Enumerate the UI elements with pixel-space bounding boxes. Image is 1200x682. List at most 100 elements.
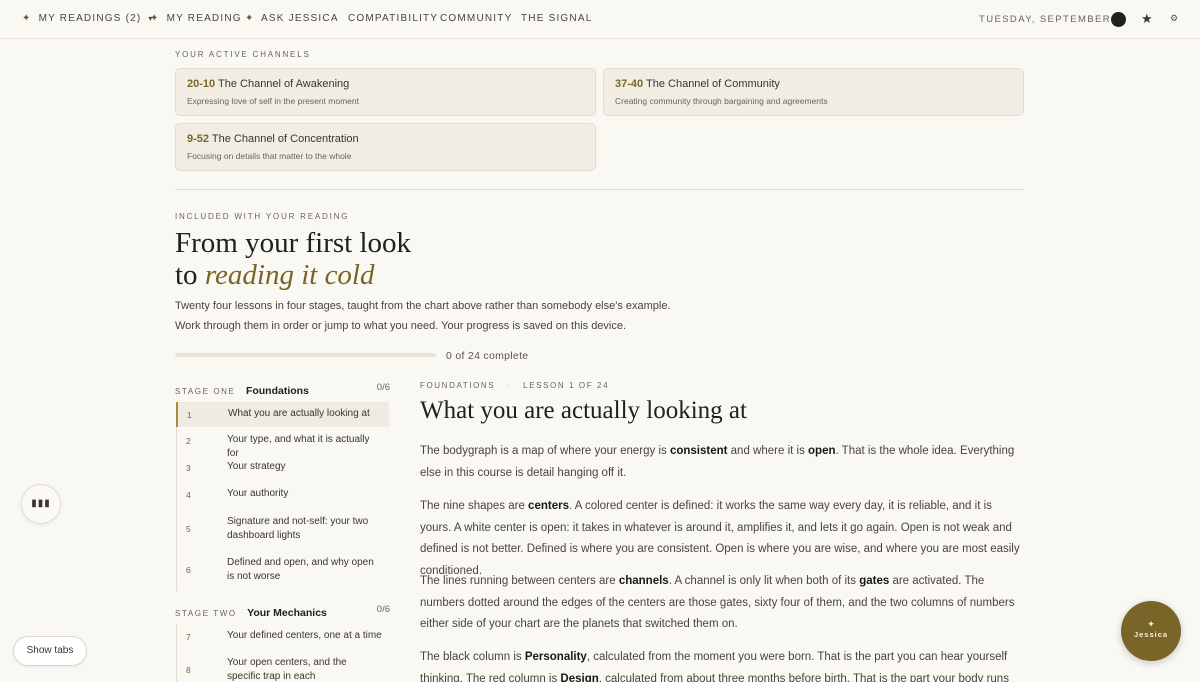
stage-name: Your Mechanics (247, 607, 327, 619)
text: The nine shapes are (420, 500, 529, 512)
menu-pill-button[interactable]: ▮▮▮ (21, 484, 61, 524)
lesson-item[interactable]: 7 Your defined centers, one at a time (176, 624, 389, 651)
lesson-item[interactable]: 2 Your type, and what it is actually for (176, 427, 389, 459)
text: The bodygraph is a map of where your ene… (420, 445, 670, 457)
show-tabs-button[interactable]: Show tabs (13, 636, 87, 666)
text: . A channel is only lit when both of its (668, 575, 860, 587)
channel-desc: Creating community through bargaining an… (615, 96, 828, 106)
channel-title: 20-10 The Channel of Awakening (187, 78, 584, 90)
article-paragraph: The lines running between centers are ch… (420, 571, 1024, 636)
lesson-item[interactable]: 5 Signature and not-self: your two dashb… (176, 508, 389, 549)
sparkle-icon: ✦ (245, 13, 255, 24)
nav-ask-jessica[interactable]: ✦ Ask Jessica (245, 13, 339, 24)
headline-to: to (175, 259, 198, 291)
lesson-number: 4 (186, 490, 191, 500)
text: The lines running between centers are (420, 575, 619, 587)
stage-label: Stage Two (175, 609, 237, 618)
ask-jessica-button[interactable]: ✦ Jessica (1121, 601, 1181, 661)
bold-term: gates (859, 575, 890, 587)
lesson-item[interactable]: 3 Your strategy (176, 454, 389, 481)
course-label: Included with your reading (175, 212, 350, 221)
nav-ask-jessica-label: Ask Jessica (261, 13, 339, 24)
bold-term: Personality (524, 651, 587, 663)
channel-desc: Focusing on details that matter to the w… (187, 151, 352, 161)
nav-my-readings-label: My Readings (2) (38, 13, 142, 24)
channel-code: 37-40 (615, 78, 644, 90)
nav-the-signal[interactable]: The Signal (521, 13, 592, 24)
channel-card[interactable]: 37-40 The Channel of Community Creating … (603, 68, 1024, 116)
lesson-number: 6 (186, 565, 191, 575)
stage-count: 0/6 (376, 604, 390, 615)
lesson-number: 8 (186, 665, 191, 675)
headline-emphasis: reading it cold (204, 259, 375, 291)
article-paragraph: The black column is Personality, calcula… (420, 647, 1024, 682)
text: The black column is (420, 651, 525, 663)
menu-icon: ▮▮▮ (31, 498, 51, 509)
stage-count: 0/6 (376, 382, 390, 393)
nav-compatibility[interactable]: Compatibility (348, 13, 438, 24)
kicker-stage: Foundations (420, 381, 496, 390)
channel-title: 37-40 The Channel of Community (615, 78, 1012, 90)
progress-text: 0 of 24 complete (446, 350, 529, 362)
sparkle-icon: ✦ (150, 13, 160, 24)
sparkle-icon: ✦ (22, 13, 32, 24)
stage-label: Stage One (175, 387, 236, 396)
bold-term: consistent (669, 445, 728, 457)
lesson-number: 2 (186, 436, 191, 446)
channel-code: 20-10 (187, 78, 216, 90)
headline-line1: From your first look (175, 227, 412, 259)
stage-header[interactable]: Stage Two Your Mechanics 0/6 (175, 603, 390, 619)
sparkle-icon: ✦ (1147, 619, 1155, 629)
lesson-title: Defined and open, and why open is not wo… (227, 557, 374, 582)
channel-name: The Channel of Awakening (218, 78, 350, 90)
lesson-title: Your authority (227, 488, 289, 499)
bold-term: channels (618, 575, 669, 587)
course-headline: From your first look to reading it cold (175, 227, 411, 291)
lesson-item[interactable]: 1 What you are actually looking at (176, 402, 389, 427)
section-divider (175, 189, 1024, 190)
lesson-title: Your defined centers, one at a time (227, 630, 382, 641)
stage-header[interactable]: Stage One Foundations 0/6 (175, 381, 390, 397)
nav-my-reading-label: My Reading (166, 13, 242, 24)
kicker-separator: · (507, 381, 512, 390)
top-nav: ✦ My Readings (2) ▾ ✦ My Reading ✦ Ask J… (0, 0, 1200, 39)
lesson-number: 7 (186, 632, 191, 642)
lesson-title: What you are actually looking at (228, 408, 370, 419)
nav-community[interactable]: Community (440, 13, 512, 24)
channel-title: 9-52 The Channel of Concentration (187, 133, 584, 145)
lesson-item[interactable]: 4 Your authority (176, 481, 389, 508)
lesson-title-heading: What you are actually looking at (420, 397, 747, 424)
nav-my-reading[interactable]: ✦ My Reading (150, 13, 242, 24)
stage-name: Foundations (245, 385, 309, 397)
lesson-number: 5 (186, 524, 191, 534)
article-paragraph: The nine shapes are centers. A colored c… (420, 496, 1024, 582)
channel-name: The Channel of Concentration (211, 133, 359, 145)
channel-card[interactable]: 9-52 The Channel of Concentration Focusi… (175, 123, 596, 171)
lesson-number: 3 (186, 463, 191, 473)
current-date: Tuesday, September 1 (979, 14, 1122, 25)
headline-line2: to reading it cold (175, 259, 411, 291)
lesson-number: 1 (187, 410, 192, 420)
lesson-title: Your strategy (227, 461, 286, 472)
channel-code: 9-52 (187, 133, 210, 145)
channel-name: The Channel of Community (646, 78, 780, 90)
bold-term: centers (528, 500, 569, 512)
theme-toggle[interactable] (1111, 12, 1126, 27)
channel-card[interactable]: 20-10 The Channel of Awakening Expressin… (175, 68, 596, 116)
lesson-item[interactable]: 8 Your open centers, and the specific tr… (176, 651, 389, 682)
course-progress-bar (175, 353, 436, 357)
bold-term: Design (560, 672, 599, 682)
bold-term: open (808, 445, 836, 457)
nav-my-readings[interactable]: ✦ My Readings (2) ▾ (22, 13, 154, 24)
lesson-title: Signature and not-self: your two dashboa… (227, 516, 369, 541)
kicker-lesson: Lesson 1 of 24 (523, 381, 610, 390)
text: and where it is (727, 445, 809, 457)
settings-icon[interactable]: ⚙ (1170, 13, 1178, 24)
channels-label: Your active channels (175, 50, 311, 59)
channel-desc: Expressing love of self in the present m… (187, 96, 359, 106)
jessica-label: Jessica (1133, 630, 1169, 639)
article-paragraph: The bodygraph is a map of where your ene… (420, 441, 1024, 484)
lesson-item[interactable]: 6 Defined and open, and why open is not … (176, 549, 389, 591)
star-icon[interactable]: ★ (1141, 11, 1153, 27)
lesson-title: Your open centers, and the specific trap… (227, 657, 347, 682)
